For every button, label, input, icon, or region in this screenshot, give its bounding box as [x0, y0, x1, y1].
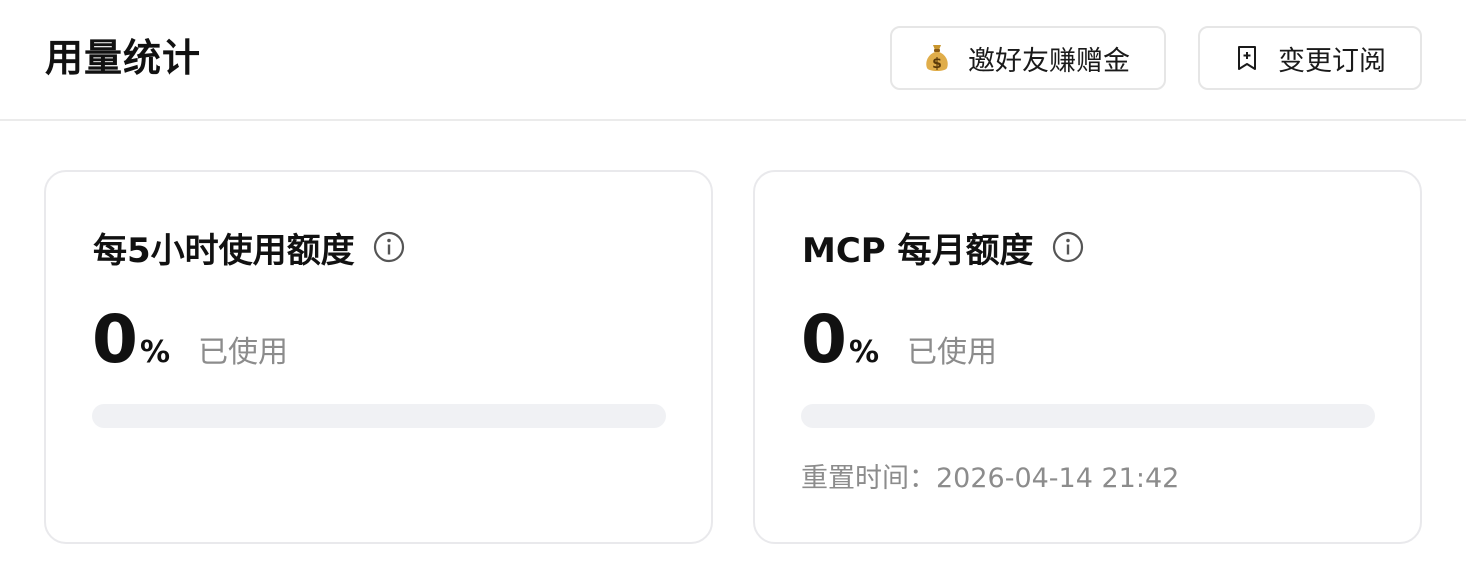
info-icon[interactable] — [1052, 231, 1084, 263]
usage-unit: % — [848, 335, 879, 370]
quota-card-5h: 每5小时使用额度 0 % 已使用 — [44, 170, 713, 544]
card-title-row: MCP 每月额度 — [802, 224, 1084, 271]
usage-value: 0 — [801, 301, 847, 378]
usage-label: 已使用 — [198, 335, 288, 370]
change-subscription-button[interactable]: 变更订阅 — [1198, 26, 1422, 90]
usage-unit: % — [139, 335, 170, 370]
quota-card-mcp-monthly: MCP 每月额度 0 % 已使用 重置时间：2026-04-14 21:42 — [753, 170, 1422, 544]
usage-readout: 0 % 已使用 — [92, 300, 288, 380]
card-title-row: 每5小时使用额度 — [93, 224, 405, 271]
usage-value: 0 — [92, 301, 138, 378]
page-title: 用量统计 — [45, 36, 202, 80]
svg-text:$: $ — [932, 56, 942, 72]
moneybag-icon: $ — [926, 45, 948, 72]
info-icon[interactable] — [373, 231, 405, 263]
page-header: 用量统计 $ 邀好友赚赠金 变更订阅 — [0, 0, 1466, 121]
usage-progress-bar — [801, 404, 1375, 428]
usage-progress-bar — [92, 404, 666, 428]
usage-label: 已使用 — [907, 335, 997, 370]
invite-friends-button[interactable]: $ 邀好友赚赠金 — [890, 26, 1166, 90]
change-subscription-label: 变更订阅 — [1278, 45, 1386, 77]
invite-friends-label: 邀好友赚赠金 — [968, 45, 1130, 77]
card-title: 每5小时使用额度 — [93, 230, 355, 271]
card-title: MCP 每月额度 — [802, 230, 1034, 271]
reset-time: 重置时间：2026-04-14 21:42 — [801, 463, 1180, 494]
usage-readout: 0 % 已使用 — [801, 300, 997, 380]
bookmark-plus-icon — [1238, 46, 1256, 70]
